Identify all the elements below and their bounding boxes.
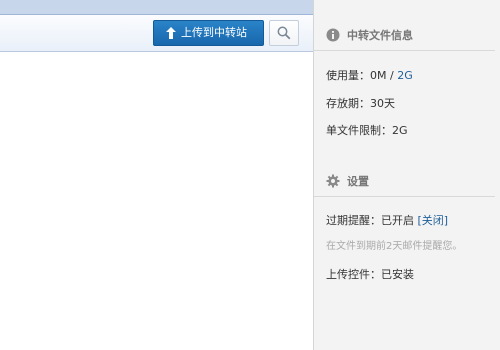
- expiry-status: 已开启: [381, 214, 414, 227]
- expiry-label: 过期提醒：: [326, 214, 381, 227]
- upload-to-transfer-button[interactable]: 上传到中转站: [153, 20, 264, 46]
- limit-label: 单文件限制：: [326, 124, 392, 137]
- info-icon: [326, 28, 340, 42]
- expiry-close-link[interactable]: [关闭]: [418, 214, 449, 227]
- plugin-row: 上传控件：已安装: [326, 266, 414, 282]
- settings-header: 设置: [314, 166, 495, 197]
- period-row: 存放期：30天: [326, 95, 395, 111]
- settings-title: 设置: [347, 175, 369, 188]
- limit-row: 单文件限制：2G: [326, 122, 408, 138]
- file-info-header: 中转文件信息: [314, 20, 495, 51]
- plugin-status: 已安装: [381, 268, 414, 281]
- expiry-reminder-row: 过期提醒：已开启 [关闭]: [326, 212, 448, 228]
- gear-icon: [326, 174, 340, 188]
- upload-button-label: 上传到中转站: [181, 26, 247, 39]
- search-button[interactable]: [269, 20, 299, 46]
- expiry-hint: 在文件到期前2天邮件提醒您。: [326, 241, 463, 252]
- usage-separator: /: [386, 69, 398, 82]
- upload-arrow-icon: [166, 27, 176, 39]
- usage-label: 使用量：: [326, 69, 370, 82]
- file-info-title: 中转文件信息: [347, 29, 413, 42]
- usage-row: 使用量：0M / 2G: [326, 67, 413, 83]
- period-label: 存放期：: [326, 97, 370, 110]
- limit-value: 2G: [392, 124, 408, 137]
- usage-used: 0M: [370, 69, 387, 82]
- search-icon: [277, 26, 291, 40]
- plugin-label: 上传控件：: [326, 268, 381, 281]
- top-strip: [0, 0, 313, 15]
- period-value: 30天: [370, 97, 395, 110]
- usage-total: 2G: [397, 69, 413, 82]
